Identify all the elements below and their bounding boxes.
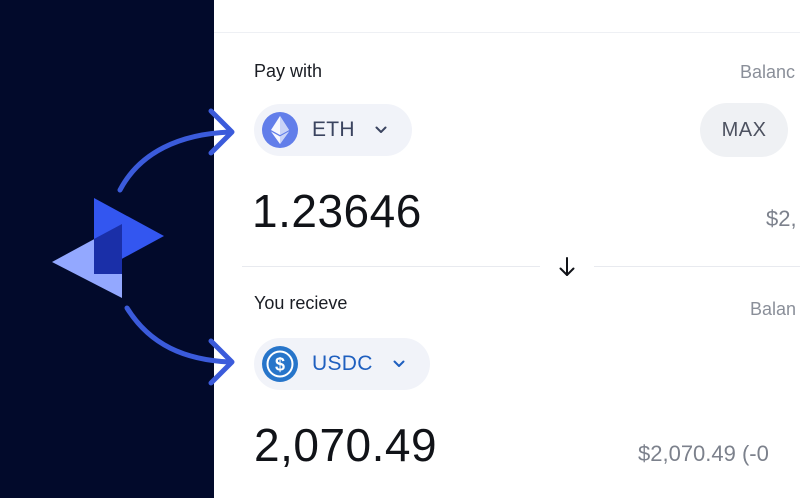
curved-arrow-to-pay-icon: [117, 108, 235, 193]
brand-logo-icon: [52, 198, 164, 298]
curved-arrow-to-receive-icon: [124, 305, 235, 386]
brand-overlay: [52, 108, 235, 386]
